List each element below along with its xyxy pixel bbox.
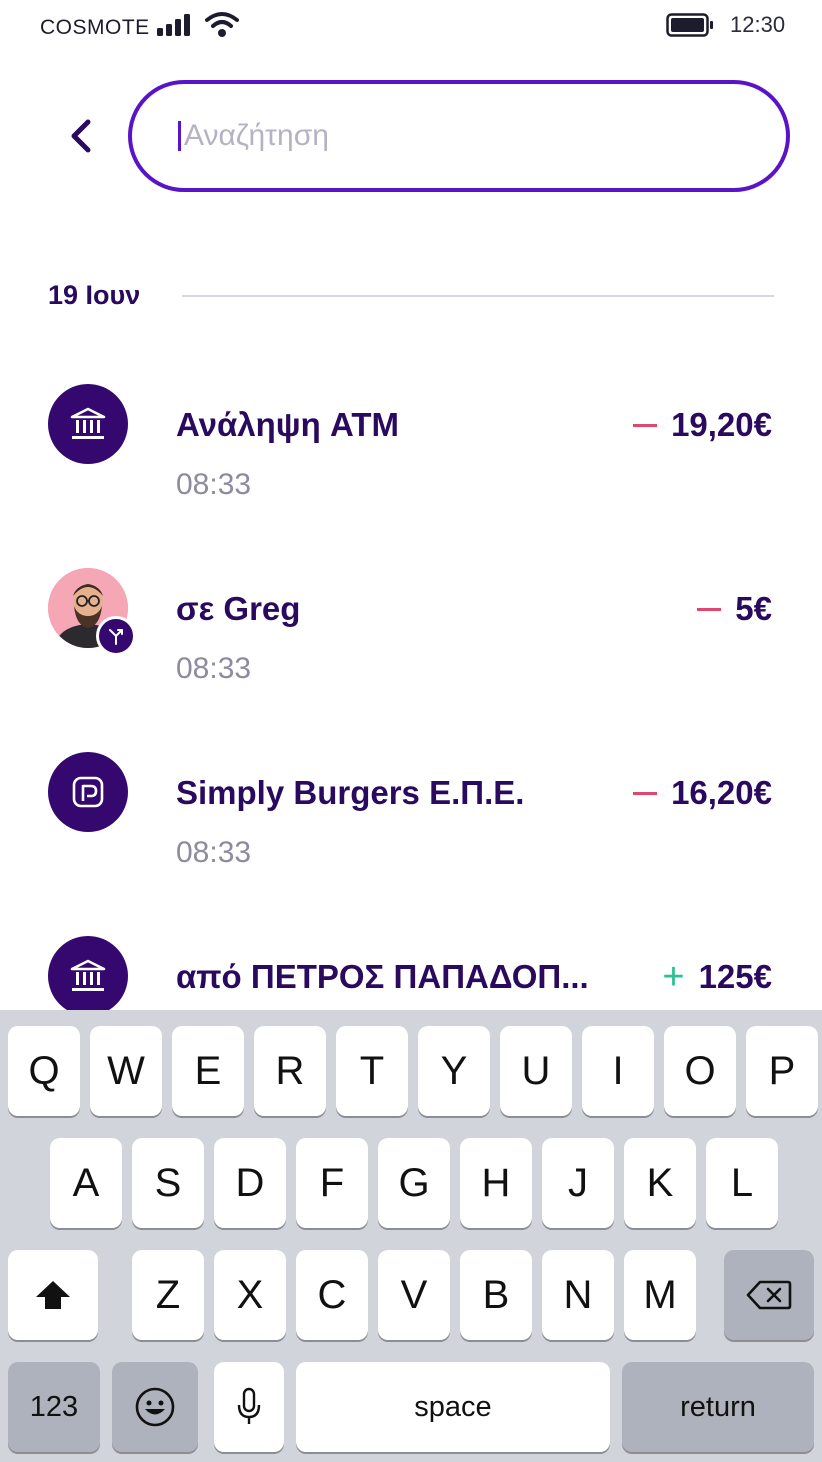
amount-value: 5€ [735,590,772,627]
key-b[interactable]: B [460,1250,532,1340]
minus-icon [697,607,722,611]
carrier-name: COSMOTE [40,16,150,39]
key-u[interactable]: U [500,1026,572,1116]
backspace-key[interactable] [724,1250,814,1340]
wifi-icon [205,12,239,37]
key-x[interactable]: X [214,1250,286,1340]
key-o[interactable]: O [664,1026,736,1116]
amount-value: 19,20€ [671,406,772,443]
key-l[interactable]: L [706,1138,778,1228]
text-cursor [178,121,181,151]
key-y[interactable]: Y [418,1026,490,1116]
key-a[interactable]: A [50,1138,122,1228]
space-key[interactable]: space [296,1362,610,1452]
divider [182,295,774,297]
transaction-name: Simply Burgers Ε.Π.Ε. [176,774,525,811]
key-j[interactable]: J [542,1138,614,1228]
amount-value: 125€ [698,958,772,995]
avatar-container [48,568,138,658]
transfer-icon [96,616,136,656]
key-w[interactable]: W [90,1026,162,1116]
search-input[interactable] [184,119,744,153]
transaction-time: 08:33 [176,652,252,685]
signal-icon [157,14,190,36]
search-box[interactable] [128,80,790,192]
battery-icon [666,13,713,37]
transaction-amount: 19,20€ [633,406,772,444]
backspace-icon [746,1280,792,1310]
emoji-key[interactable] [112,1362,198,1452]
key-d[interactable]: D [214,1138,286,1228]
key-t[interactable]: T [336,1026,408,1116]
minus-icon [633,791,658,795]
dictation-key[interactable] [214,1362,284,1452]
key-e[interactable]: E [172,1026,244,1116]
key-h[interactable]: H [460,1138,532,1228]
amount-value: 16,20€ [671,774,772,811]
chevron-left-icon [71,119,91,153]
key-p[interactable]: P [746,1026,818,1116]
numbers-key[interactable]: 123 [8,1362,100,1452]
plus-icon: + [662,956,685,998]
key-s[interactable]: S [132,1138,204,1228]
keyboard: Q W E R T Y U I O P A S D F G H J K L Z … [0,1010,822,1462]
transaction-row[interactable]: Ανάληψη ATM 08:33 19,20€ [0,384,822,524]
bank-icon [48,384,128,464]
date-header: 19 Ιουν [48,280,141,310]
key-n[interactable]: N [542,1250,614,1340]
key-g[interactable]: G [378,1138,450,1228]
key-v[interactable]: V [378,1250,450,1340]
transaction-name: Ανάληψη ATM [176,406,399,443]
card-payment-icon [48,752,128,832]
status-time: 12:30 [730,12,786,37]
key-k[interactable]: K [624,1138,696,1228]
microphone-icon [237,1387,261,1424]
transaction-name: σε Greg [176,590,301,627]
key-f[interactable]: F [296,1138,368,1228]
transaction-row[interactable]: σε Greg 08:33 5€ [0,568,822,708]
key-i[interactable]: I [582,1026,654,1116]
transaction-amount: 16,20€ [633,774,772,812]
transaction-amount: 5€ [697,590,772,628]
key-q[interactable]: Q [8,1026,80,1116]
key-r[interactable]: R [254,1026,326,1116]
bank-icon [48,936,128,1016]
shift-key[interactable] [8,1250,98,1340]
key-c[interactable]: C [296,1250,368,1340]
transaction-time: 08:33 [176,468,252,501]
back-button[interactable] [58,110,104,162]
status-bar: COSMOTE 12:30 [0,0,822,56]
minus-icon [633,423,658,427]
shift-icon [36,1281,70,1309]
transaction-time: 08:33 [176,836,252,869]
return-key[interactable]: return [622,1362,814,1452]
emoji-icon [135,1387,175,1427]
transaction-amount: + 125€ [662,958,772,996]
transaction-name: από ΠΕΤΡΟΣ ΠΑΠΑΔΟΠ... [176,958,589,995]
key-m[interactable]: M [624,1250,696,1340]
key-z[interactable]: Z [132,1250,204,1340]
transaction-row[interactable]: Simply Burgers Ε.Π.Ε. 08:33 16,20€ [0,752,822,892]
